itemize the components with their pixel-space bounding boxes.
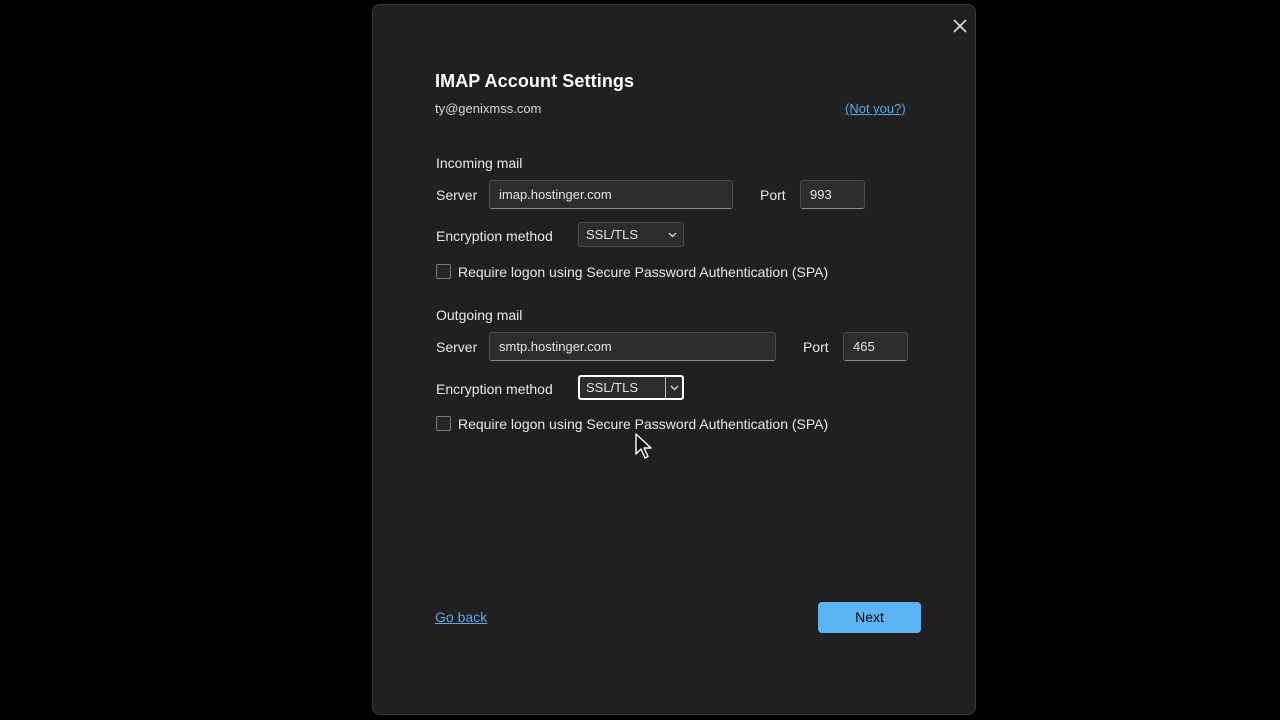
outgoing-encryption-select[interactable]: SSL/TLS <box>578 375 684 400</box>
outgoing-mail-heading: Outgoing mail <box>436 307 523 323</box>
incoming-server-label: Server <box>436 187 478 203</box>
close-icon <box>953 19 967 33</box>
next-button[interactable]: Next <box>818 602 921 633</box>
account-email: ty@genixmss.com <box>435 101 542 116</box>
incoming-port-input[interactable] <box>800 180 865 209</box>
incoming-encryption-select[interactable]: SSL/TLS <box>578 222 684 247</box>
incoming-mail-heading: Incoming mail <box>436 155 523 171</box>
go-back-link[interactable]: Go back <box>435 609 487 625</box>
not-you-link[interactable]: (Not you?) <box>845 101 906 116</box>
incoming-spa-checkbox[interactable] <box>436 264 451 279</box>
incoming-server-input[interactable] <box>489 180 733 209</box>
outgoing-port-input[interactable] <box>843 332 908 361</box>
dialog-title: IMAP Account Settings <box>435 71 635 91</box>
outgoing-spa-label: Require logon using Secure Password Auth… <box>458 416 829 432</box>
outgoing-encryption-value: SSL/TLS <box>586 380 639 395</box>
outgoing-encryption-label: Encryption method <box>436 381 553 397</box>
chevron-down-icon <box>665 377 682 398</box>
incoming-spa-label: Require logon using Secure Password Auth… <box>458 264 829 280</box>
outgoing-port-label: Port <box>803 339 829 355</box>
outgoing-server-label: Server <box>436 339 478 355</box>
incoming-encryption-label: Encryption method <box>436 228 553 244</box>
chevron-down-icon <box>667 223 677 246</box>
incoming-encryption-value: SSL/TLS <box>586 227 639 242</box>
incoming-port-label: Port <box>760 187 786 203</box>
imap-settings-dialog: IMAP Account Settings ty@genixmss.com (N… <box>372 4 976 715</box>
outgoing-server-input[interactable] <box>489 332 776 361</box>
close-button[interactable] <box>949 15 971 37</box>
outgoing-spa-checkbox[interactable] <box>436 416 451 431</box>
